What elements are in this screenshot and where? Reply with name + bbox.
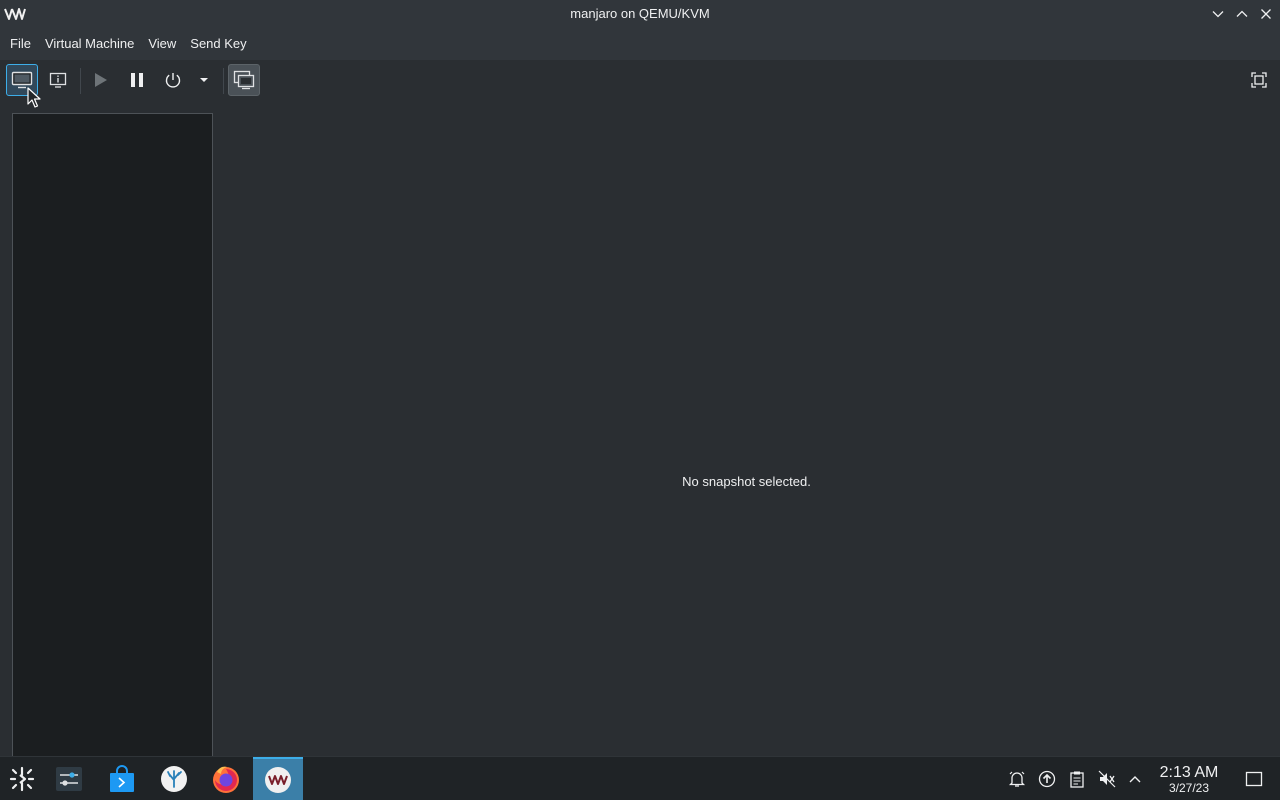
play-icon	[95, 73, 107, 87]
updates[interactable]	[1037, 769, 1057, 789]
snapshots-icon	[233, 70, 255, 90]
pause-button[interactable]	[121, 64, 153, 96]
clock-date: 3/27/23	[1168, 781, 1210, 795]
toolbar	[0, 60, 1280, 100]
shutdown-menu-button[interactable]	[189, 64, 219, 96]
shutdown-button[interactable]	[157, 64, 189, 96]
clipboard-icon	[1070, 771, 1084, 788]
info-icon	[49, 72, 67, 88]
file-manager[interactable]	[152, 757, 196, 800]
close-button[interactable]	[1256, 4, 1276, 24]
chevron-up-icon	[1129, 776, 1141, 783]
app-launcher[interactable]	[0, 757, 44, 800]
virt-manager-icon	[265, 767, 291, 793]
show-desktop-icon	[1245, 771, 1263, 787]
menu-view[interactable]: View	[141, 28, 183, 60]
show-desktop-button[interactable]	[1244, 769, 1264, 789]
run-button[interactable]	[84, 64, 116, 96]
chevron-down-icon	[200, 78, 208, 82]
store-bag-icon	[110, 765, 134, 792]
firefox[interactable]	[204, 757, 248, 800]
tray-expand[interactable]	[1125, 769, 1145, 789]
virt-manager[interactable]	[253, 757, 303, 800]
menu-send-key[interactable]: Send Key	[183, 28, 253, 60]
maximize-button[interactable]	[1232, 4, 1252, 24]
power-icon	[165, 73, 181, 88]
menu-virtual-machine[interactable]: Virtual Machine	[38, 28, 141, 60]
snapshot-list[interactable]	[12, 113, 213, 756]
toolbar-separator	[223, 68, 224, 94]
title-bar[interactable]: manjaro on QEMU/KVM	[0, 0, 1280, 28]
notifications[interactable]	[1007, 769, 1027, 789]
pause-icon	[131, 73, 143, 87]
volume-muted-icon	[1098, 770, 1116, 788]
clipboard[interactable]	[1067, 769, 1087, 789]
update-arrow-icon	[1038, 770, 1056, 788]
fullscreen-icon	[1251, 72, 1267, 88]
software-store[interactable]	[100, 757, 144, 800]
system-settings[interactable]	[47, 757, 91, 800]
clock[interactable]: 2:13 AM 3/27/23	[1150, 764, 1228, 796]
coral-app-icon	[161, 766, 187, 792]
settings-sliders-icon	[56, 767, 82, 791]
snapshot-details-area: No snapshot selected.	[213, 100, 1280, 756]
menu-bar: File Virtual Machine View Send Key	[0, 28, 1280, 60]
window-title: manjaro on QEMU/KVM	[570, 6, 710, 21]
taskbar: 2:13 AM 3/27/23	[0, 756, 1280, 800]
toolbar-separator	[80, 68, 81, 94]
manjaro-launcher-icon	[9, 766, 35, 792]
details-button[interactable]	[42, 64, 74, 96]
close-icon	[1261, 9, 1271, 19]
snapshots-button[interactable]	[228, 64, 260, 96]
bell-icon	[1008, 771, 1026, 787]
minimize-button[interactable]	[1208, 4, 1228, 24]
mouse-cursor-icon	[27, 87, 41, 108]
no-snapshot-message: No snapshot selected.	[682, 474, 811, 489]
fullscreen-button[interactable]	[1243, 64, 1275, 96]
clock-time: 2:13 AM	[1159, 764, 1219, 781]
menu-file[interactable]: File	[3, 28, 38, 60]
volume[interactable]	[1097, 769, 1117, 789]
firefox-icon	[213, 766, 239, 793]
chevron-down-icon	[1212, 11, 1224, 18]
chevron-up-icon	[1236, 10, 1248, 17]
